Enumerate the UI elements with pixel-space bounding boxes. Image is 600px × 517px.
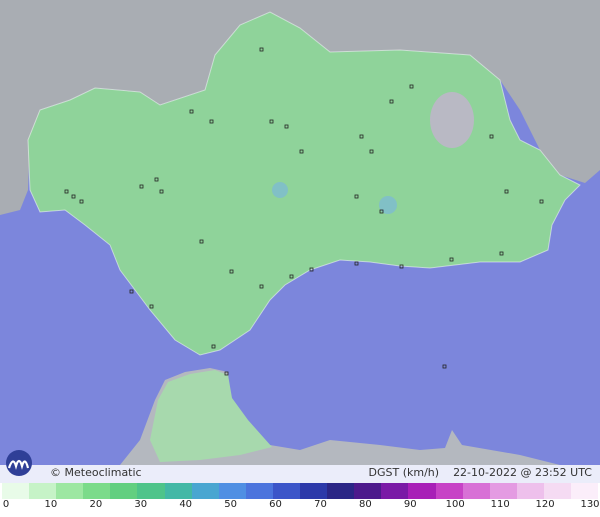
scale-tick-label: 20 <box>89 499 103 510</box>
scale-swatch <box>300 483 328 499</box>
scale-tick-label: 10 <box>44 499 58 510</box>
color-scale-bar <box>2 483 599 499</box>
color-scale-ticks: 0 10 20 30 40 50 60 70 80 90 100 110 120 130 <box>0 498 600 516</box>
scale-tick-label: 0 <box>2 499 10 510</box>
high-mountain-area <box>430 92 474 148</box>
scale-tick-label: 80 <box>359 499 372 510</box>
brand-label: © Meteoclimatic <box>50 466 142 479</box>
scale-swatch <box>462 483 490 499</box>
scale-swatch <box>272 483 301 499</box>
map-caption: © Meteoclimatic DGST (km/h) 22-10-2022 @… <box>0 465 600 483</box>
scale-swatch <box>110 483 138 499</box>
scale-tick-label: 120 <box>535 499 555 510</box>
meteoclimatic-logo-icon <box>6 450 32 476</box>
scale-tick-label: 50 <box>224 499 237 510</box>
scale-swatch <box>516 483 544 499</box>
scale-swatch <box>137 483 165 499</box>
scale-tick-label: 70 <box>314 499 327 510</box>
scale-swatch <box>435 483 463 499</box>
scale-tick-label: 90 <box>403 499 417 510</box>
color-scale-legend: 0 10 20 30 40 50 60 70 80 90 100 110 120 130 <box>0 483 600 517</box>
wind-gust-map <box>0 0 600 483</box>
scale-swatch <box>164 483 192 499</box>
scale-swatch <box>2 483 30 499</box>
scale-swatch <box>381 483 409 499</box>
gust-spot <box>379 196 397 214</box>
scale-tick-label: 40 <box>179 499 193 510</box>
map-info: DGST (km/h) 22-10-2022 @ 23:52 UTC <box>369 466 592 479</box>
scale-swatch <box>489 483 517 499</box>
scale-swatch <box>56 483 84 499</box>
scale-tick-label: 60 <box>269 499 282 510</box>
scale-swatch <box>83 483 111 499</box>
gust-spot <box>272 182 288 198</box>
scale-swatch <box>218 483 246 499</box>
scale-swatch <box>543 483 571 499</box>
variable-label: DGST (km/h) <box>368 466 440 479</box>
scale-swatch <box>408 483 436 499</box>
datetime-label: 22-10-2022 @ 23:52 UTC <box>453 466 592 479</box>
scale-tick-label: 130 <box>580 499 600 510</box>
scale-tick-label: 100 <box>445 499 465 510</box>
scale-tick-label: 30 <box>134 499 148 510</box>
scale-swatch <box>245 483 273 499</box>
scale-swatch <box>191 483 219 499</box>
scale-tick-label: 110 <box>490 499 510 510</box>
scale-swatch <box>327 483 355 499</box>
scale-swatch <box>354 483 382 499</box>
scale-swatch <box>29 483 57 499</box>
scale-swatch <box>570 483 599 499</box>
